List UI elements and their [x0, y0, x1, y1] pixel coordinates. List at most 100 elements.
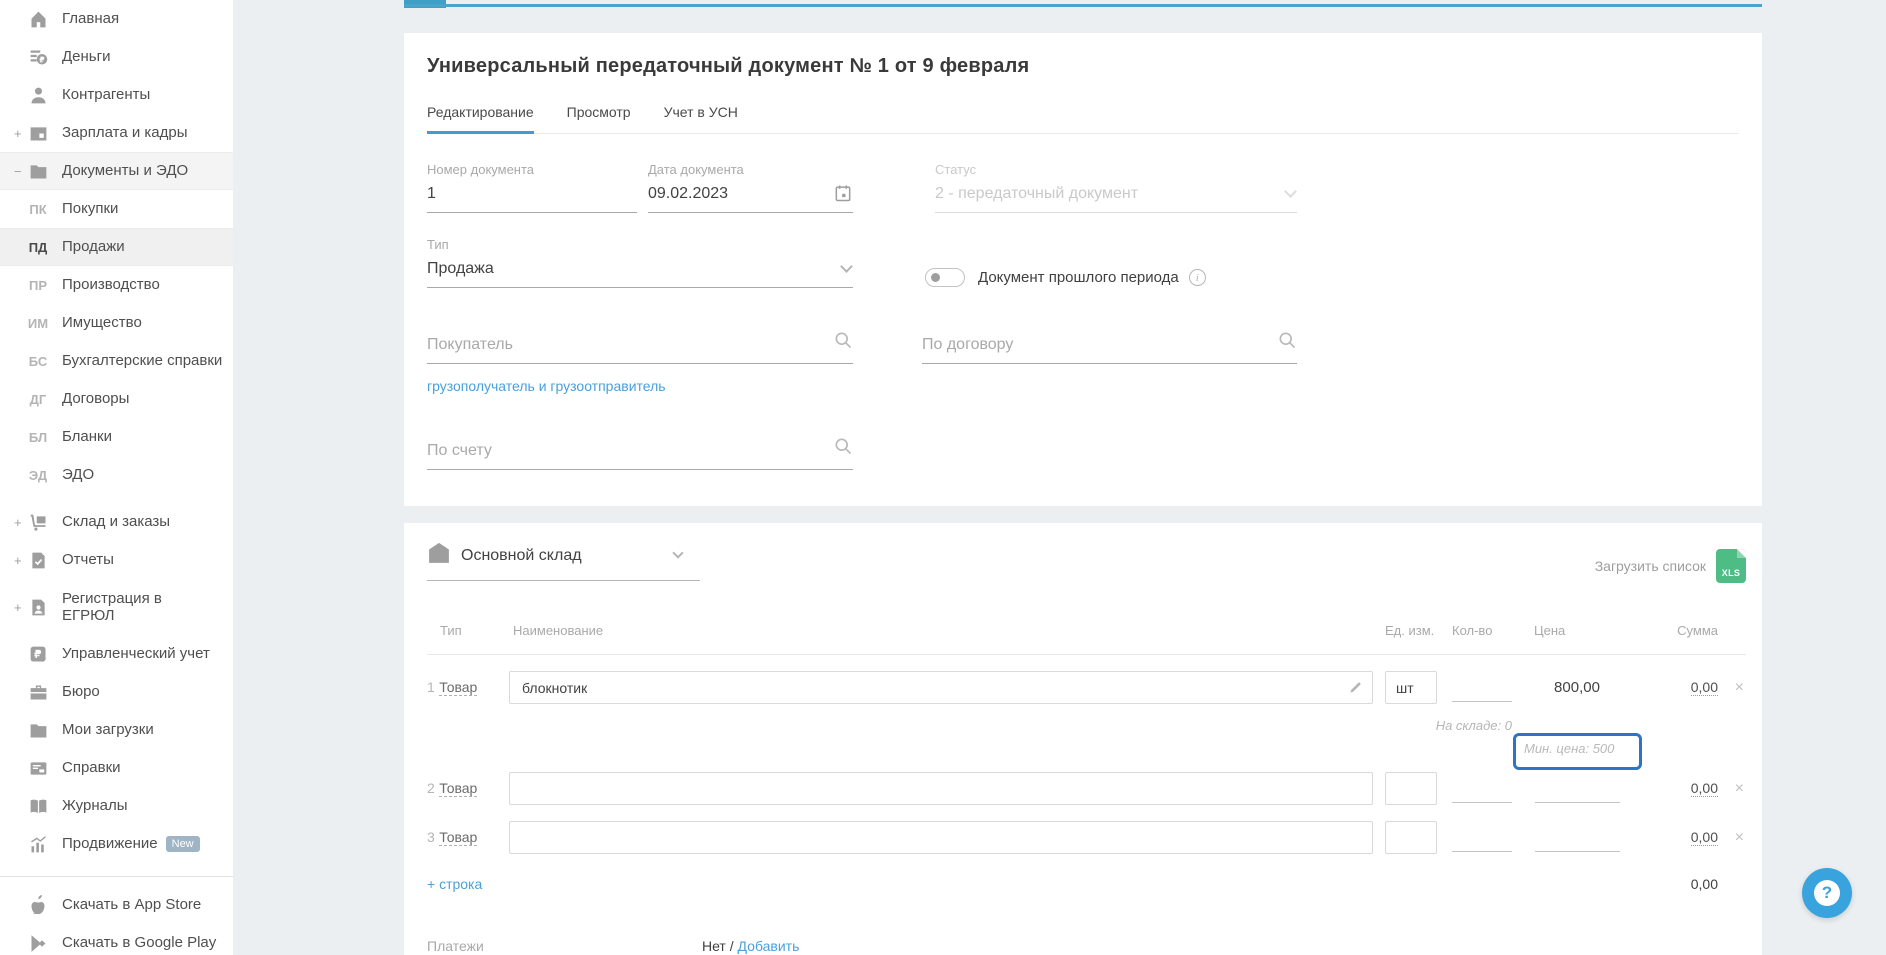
sidebar-item-label: Отчеты — [62, 551, 114, 568]
sidebar-item-property[interactable]: ИМ Имущество — [0, 304, 233, 342]
qty-input[interactable] — [1452, 824, 1512, 852]
row-number: 1 — [427, 679, 435, 695]
sidebar-item-purchases[interactable]: ПК Покупки — [0, 190, 233, 228]
delete-row-icon[interactable]: × — [1718, 829, 1746, 847]
price-input[interactable] — [1535, 824, 1620, 852]
sidebar-item-contracts[interactable]: ДГ Договоры — [0, 380, 233, 418]
delete-row-icon[interactable]: × — [1718, 679, 1746, 697]
document-number-field: Номер документа — [427, 162, 637, 213]
price-value[interactable]: 800,00 — [1512, 679, 1642, 696]
item-name-input[interactable] — [510, 680, 1372, 696]
status-value: 2 - передаточный документ — [935, 185, 1297, 213]
sidebar-item-sales[interactable]: ПД Продажи — [0, 228, 233, 266]
sidebar-item-salary[interactable]: + Зарплата и кадры — [0, 114, 233, 152]
row-type-link[interactable]: Товар — [439, 780, 477, 797]
unit-box[interactable] — [1385, 772, 1437, 805]
status-field: Статус 2 - передаточный документ — [935, 162, 1297, 213]
qty-input[interactable] — [1452, 775, 1512, 803]
sidebar-item-registration[interactable]: + Регистрация в ЕГРЮЛ — [0, 579, 233, 635]
cart-icon — [26, 510, 50, 534]
sidebar-item-label: Продажи — [62, 238, 125, 255]
sidebar-item-management-accounting[interactable]: Управленческий учет — [0, 635, 233, 673]
sidebar-item-certificates[interactable]: Справки — [0, 749, 233, 787]
sidebar-item-warehouse[interactable]: + Склад и заказы — [0, 503, 233, 541]
pencil-icon[interactable] — [1348, 680, 1363, 700]
warehouse-value: Основной склад — [461, 547, 582, 565]
sum-value[interactable]: 0,00 — [1691, 679, 1718, 696]
submenu-code: ПР — [26, 278, 50, 293]
sidebar-item-money[interactable]: Деньги — [0, 38, 233, 76]
tab-view[interactable]: Просмотр — [567, 104, 631, 133]
sidebar-item-label: Главная — [62, 10, 119, 27]
qty-input[interactable] — [1452, 674, 1512, 702]
sidebar-item-my-uploads[interactable]: Мои загрузки — [0, 711, 233, 749]
payments-row: Платежи Нет / Добавить — [427, 938, 1746, 954]
sum-value[interactable]: 0,00 — [1691, 780, 1718, 797]
contract-input[interactable] — [922, 336, 1297, 354]
past-period-toggle[interactable] — [925, 268, 965, 287]
sum-value[interactable]: 0,00 — [1691, 829, 1718, 846]
warehouse-icon — [427, 541, 451, 570]
add-row-link[interactable]: + строка — [427, 876, 1373, 892]
buyer-input[interactable] — [427, 336, 853, 354]
sidebar: Главная Деньги Контрагенты + Зарплата и … — [0, 0, 233, 955]
sidebar-item-app-store[interactable]: Скачать в App Store — [0, 886, 233, 924]
expand-plus-icon[interactable]: + — [14, 515, 26, 530]
expand-plus-icon[interactable]: + — [14, 600, 26, 615]
sidebar-item-contractors[interactable]: Контрагенты — [0, 76, 233, 114]
search-icon — [1277, 330, 1297, 355]
sidebar-item-production[interactable]: ПР Производство — [0, 266, 233, 304]
upload-label: Загрузить список — [1595, 558, 1706, 574]
sidebar-item-documents[interactable]: − Документы и ЭДО — [0, 152, 233, 190]
unit-box[interactable]: шт — [1385, 671, 1437, 704]
info-icon[interactable]: i — [1189, 269, 1206, 286]
sidebar-item-accounting-certs[interactable]: БС Бухгалтерские справки — [0, 342, 233, 380]
invoice-input[interactable] — [427, 442, 853, 460]
past-period-toggle-row: Документ прошлого периода i — [925, 267, 1206, 288]
collapse-minus-icon[interactable]: − — [14, 164, 26, 179]
sidebar-item-main[interactable]: Главная — [0, 0, 233, 38]
table-header: Тип Наименование Ед. изм. Кол-во Цена Су… — [427, 623, 1746, 655]
row-type-link[interactable]: Товар — [439, 829, 477, 846]
sidebar-item-promotion[interactable]: Продвижение New — [0, 825, 233, 863]
sidebar-item-bureau[interactable]: Бюро — [0, 673, 233, 711]
help-button[interactable]: ? — [1802, 868, 1852, 918]
expand-plus-icon[interactable]: + — [14, 553, 26, 568]
tab-usn[interactable]: Учет в УСН — [664, 104, 738, 133]
sidebar-item-blanks[interactable]: БЛ Бланки — [0, 418, 233, 456]
submenu-code: БС — [26, 354, 50, 369]
document-number-input[interactable] — [427, 185, 637, 203]
upload-list-button[interactable]: Загрузить список XLS — [1595, 549, 1746, 583]
consignee-link[interactable]: грузополучатель и грузоотправитель — [427, 378, 666, 394]
expand-plus-icon[interactable]: + — [14, 126, 26, 141]
item-name-box — [509, 671, 1373, 704]
price-input[interactable] — [1535, 775, 1620, 803]
sidebar-item-label: Бухгалтерские справки — [62, 352, 222, 369]
col-qty: Кол-во — [1437, 623, 1512, 638]
stock-hint: На складе: 0 — [1373, 710, 1512, 733]
payments-value: Нет — [702, 938, 726, 954]
sidebar-item-journals[interactable]: Журналы — [0, 787, 233, 825]
sidebar-item-edo[interactable]: ЭД ЭДО — [0, 456, 233, 494]
app-window: Главная Деньги Контрагенты + Зарплата и … — [0, 0, 1886, 955]
calendar-icon[interactable] — [833, 183, 853, 208]
sidebar-item-label: Договоры — [62, 390, 129, 407]
add-row-line: + строка 0,00 — [427, 876, 1746, 892]
sidebar-item-label: Регистрация в ЕГРЮЛ — [62, 590, 192, 625]
sidebar-item-reports[interactable]: + Отчеты — [0, 541, 233, 579]
payments-add-link[interactable]: Добавить — [738, 938, 800, 954]
new-badge: New — [166, 836, 200, 852]
col-sum: Сумма — [1642, 623, 1718, 638]
registration-icon — [26, 595, 50, 619]
item-name-input[interactable] — [510, 781, 1372, 797]
warehouse-select[interactable]: Основной склад — [427, 541, 700, 581]
item-name-input[interactable] — [510, 830, 1372, 846]
chevron-down-icon — [672, 547, 683, 558]
sidebar-item-google-play[interactable]: Скачать в Google Play — [0, 924, 233, 955]
unit-box[interactable] — [1385, 821, 1437, 854]
tab-editing[interactable]: Редактирование — [427, 104, 534, 133]
type-select[interactable]: Продажа — [427, 260, 853, 288]
document-date-input[interactable] — [648, 185, 853, 203]
row-type-link[interactable]: Товар — [439, 679, 477, 696]
delete-row-icon[interactable]: × — [1718, 780, 1746, 798]
